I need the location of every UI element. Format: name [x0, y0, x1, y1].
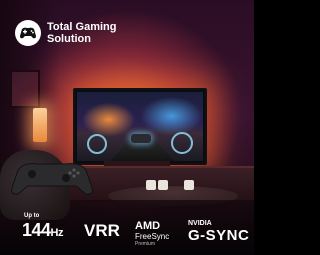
cup	[146, 180, 156, 190]
game-controller-icon	[11, 163, 93, 195]
amd-product: FreeSync	[135, 232, 170, 241]
amd-brand: AMD	[135, 220, 161, 232]
refresh-rate-unit: Hz	[50, 227, 64, 239]
nvidia-gsync-logo: NVIDIA G-SYNC	[188, 220, 249, 244]
game-hud-left	[87, 134, 107, 154]
table-lamp	[33, 108, 47, 142]
gamepad-icon	[15, 20, 41, 46]
headline-line-2: Solution	[47, 33, 91, 45]
game-hud-right	[171, 132, 193, 154]
tv-screen-racing-game	[77, 92, 203, 161]
cup	[184, 180, 194, 190]
television	[73, 88, 207, 165]
wall-picture-frame	[10, 70, 40, 108]
amd-freesync-logo: AMD FreeSync Premium	[135, 220, 170, 248]
game-car	[131, 134, 151, 143]
refresh-rate: 144Hz	[22, 220, 64, 241]
amd-tier: Premium	[135, 241, 156, 247]
headline-line-1: Total Gaming	[47, 21, 117, 33]
gsync-product: G-SYNC	[188, 227, 250, 244]
headline: Total Gaming Solution	[47, 21, 116, 45]
refresh-rate-value: 144	[22, 220, 51, 240]
refresh-rate-prefix: Up to	[24, 213, 40, 219]
vrr-badge: VRR	[84, 221, 120, 240]
cup	[158, 180, 168, 190]
